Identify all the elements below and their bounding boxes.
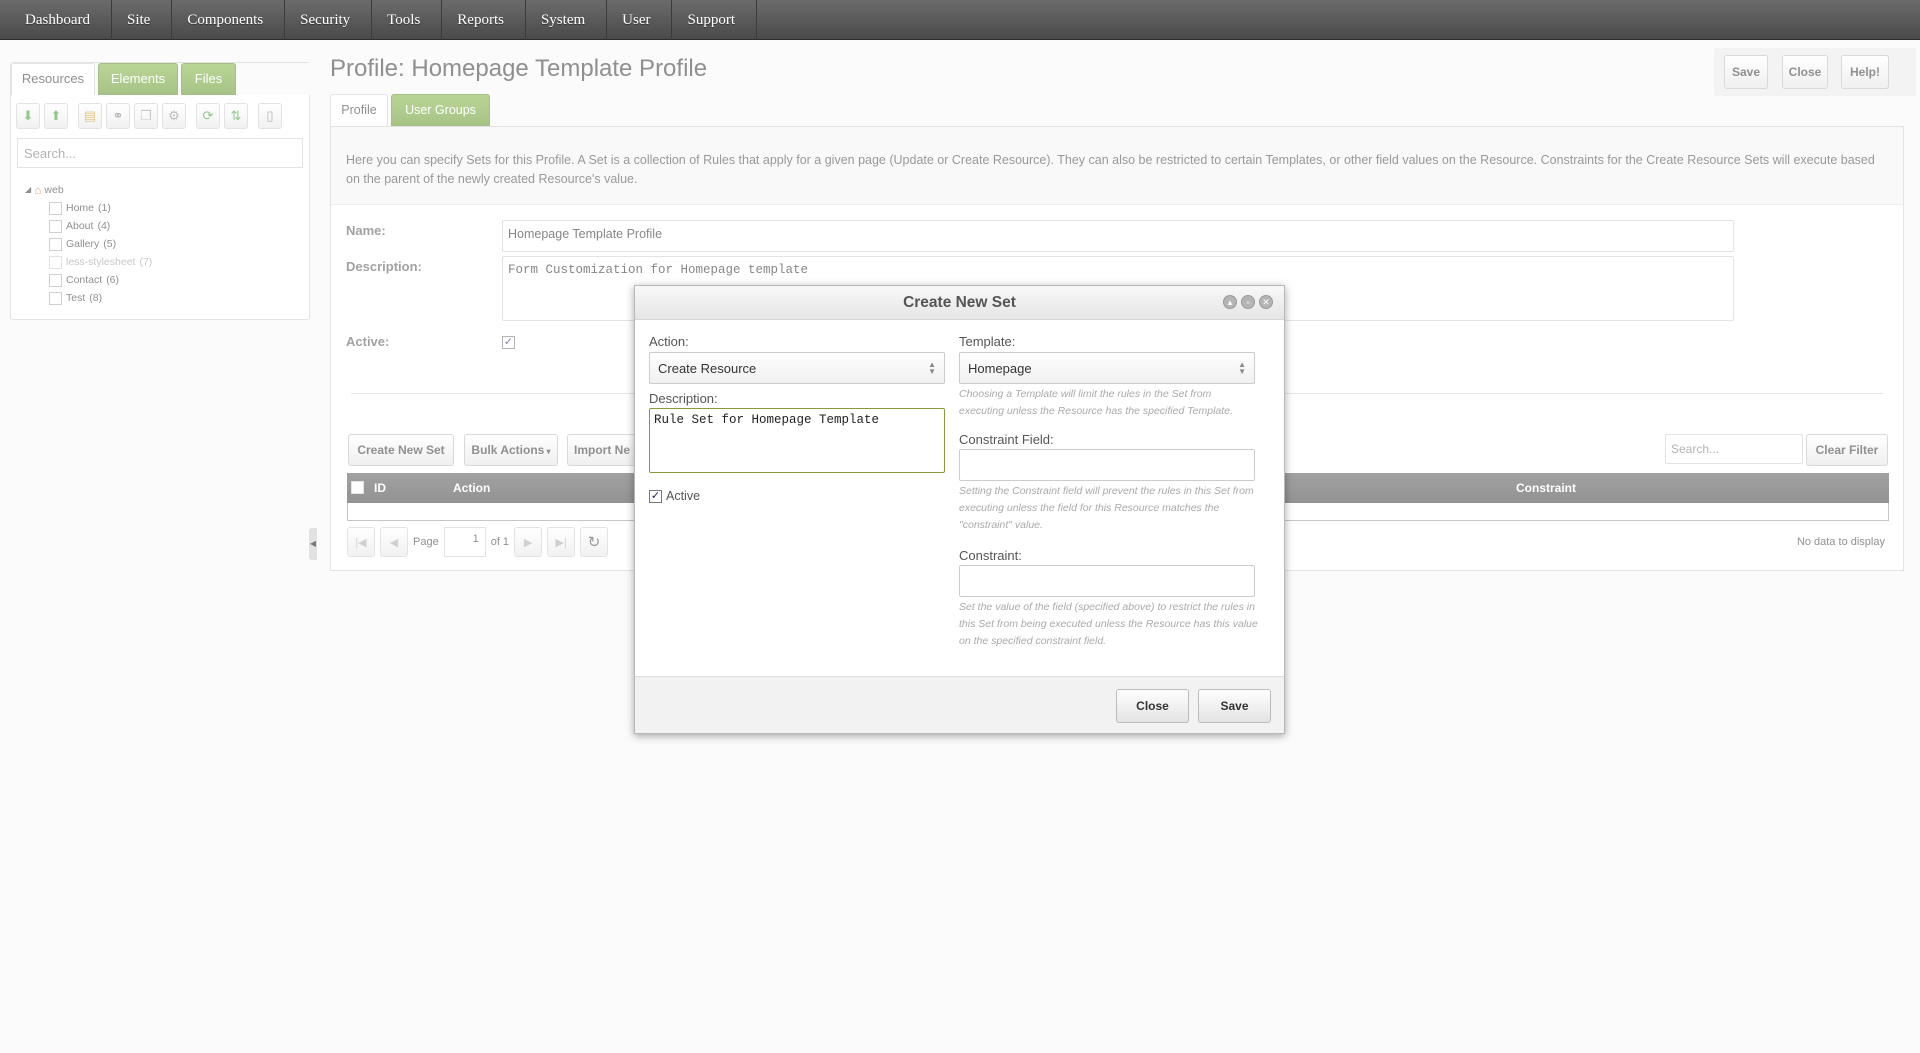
nav-components[interactable]: Components (172, 0, 286, 40)
nav-support[interactable]: Support (672, 0, 757, 40)
set-active-label: Active (666, 489, 701, 503)
action-label: Action: (649, 334, 689, 349)
nav-security[interactable]: Security (285, 0, 373, 40)
set-description-field[interactable]: Rule Set for Homepage Template (649, 408, 945, 473)
dialog-save-button[interactable]: Save (1198, 689, 1271, 723)
constraint-label: Constraint: (959, 548, 1022, 563)
top-nav: Dashboard Site Components Security Tools… (0, 0, 1920, 40)
constraint-hint: Set the value of the field (specified ab… (959, 601, 1258, 647)
maximize-icon[interactable]: ▫ (1241, 295, 1255, 309)
template-label: Template: (959, 334, 1016, 349)
select-arrows-icon: ▲ ▼ (928, 360, 936, 376)
nav-site[interactable]: Site (112, 0, 173, 40)
collapse-icon[interactable]: ▴ (1223, 295, 1237, 309)
set-active-checkbox[interactable]: ✓ (649, 490, 662, 503)
constraint-field-hint: Setting the Constraint field will preven… (959, 485, 1254, 531)
select-arrows-icon: ▲ ▼ (1238, 360, 1246, 376)
create-new-set-dialog: Create New Set ▴ ▫ ✕ Action: Create Reso… (634, 285, 1285, 734)
dialog-title: Create New Set (903, 294, 1016, 311)
constraint-field-input[interactable] (959, 449, 1255, 481)
nav-user[interactable]: User (607, 0, 673, 40)
nav-tools[interactable]: Tools (372, 0, 443, 40)
set-description-label: Description: (649, 391, 718, 406)
nav-reports[interactable]: Reports (442, 0, 526, 40)
dialog-footer: Close Save (635, 676, 1284, 733)
action-select[interactable]: Create Resource ▲ ▼ (649, 352, 945, 384)
constraint-input[interactable] (959, 565, 1255, 597)
template-hint: Choosing a Template will limit the rules… (959, 388, 1233, 417)
nav-system[interactable]: System (526, 0, 608, 40)
nav-dashboard[interactable]: Dashboard (10, 0, 112, 40)
template-select[interactable]: Homepage ▲ ▼ (959, 352, 1255, 384)
action-select-value: Create Resource (658, 361, 757, 376)
close-icon[interactable]: ✕ (1259, 295, 1273, 309)
dialog-header[interactable]: Create New Set ▴ ▫ ✕ (635, 286, 1284, 320)
collapse-panel-handle[interactable]: ◀ (309, 528, 317, 560)
template-select-value: Homepage (968, 361, 1032, 376)
dialog-close-button[interactable]: Close (1116, 689, 1189, 723)
constraint-field-label: Constraint Field: (959, 432, 1054, 447)
